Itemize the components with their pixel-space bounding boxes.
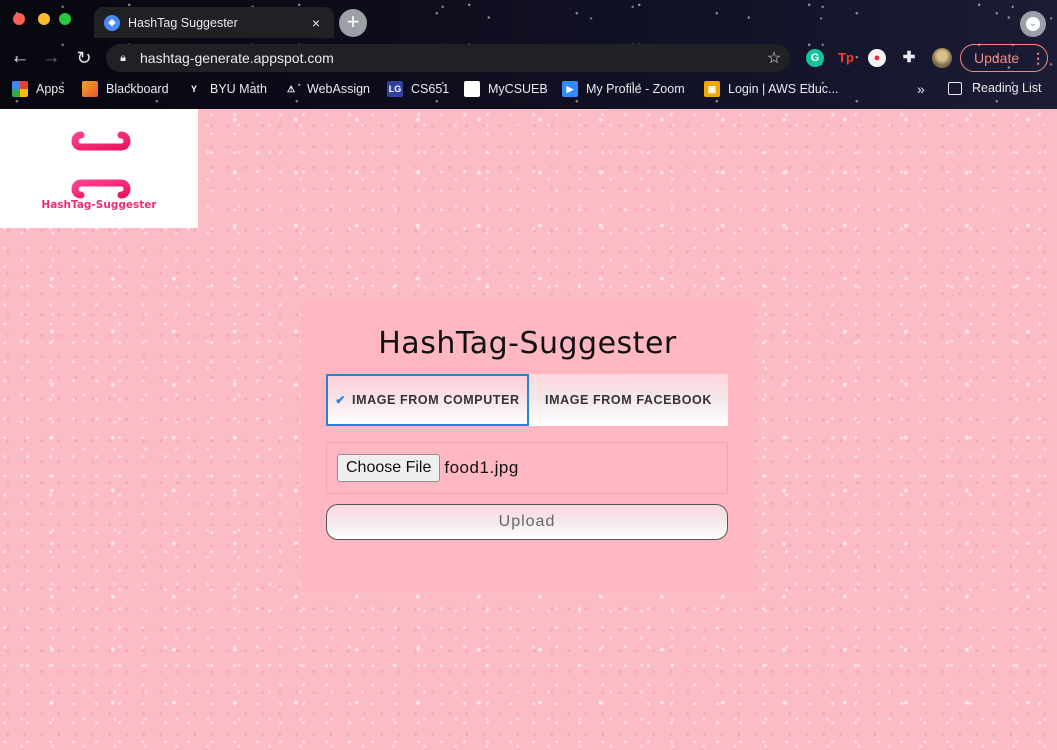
bookmark-label: Blackboard — [106, 82, 169, 96]
tab-image-from-facebook[interactable]: IMAGE FROM FACEBOOK — [529, 374, 728, 426]
bookmark-cs651[interactable]: LG CS651 — [387, 81, 449, 97]
update-button[interactable]: Update ⋮ — [960, 44, 1048, 72]
aws-icon: ▣ — [704, 81, 720, 97]
checkmark-icon: ✔ — [335, 393, 346, 407]
reading-list-icon — [948, 81, 962, 95]
grammarly-extension-icon[interactable]: G — [806, 49, 824, 67]
forward-arrow-icon[interactable]: → — [39, 46, 63, 70]
reading-list-label: Reading List — [972, 81, 1042, 95]
apps-grid-icon — [12, 81, 28, 97]
url-text[interactable]: hashtag-generate.appspot.com — [140, 50, 758, 66]
close-window-button[interactable] — [13, 13, 25, 25]
bookmark-label: MyCSUEB — [488, 82, 548, 96]
page-body: HashTag-Suggester HashTag-Suggester ✔ IM… — [0, 109, 1057, 750]
bookmark-aws[interactable]: ▣ Login | AWS Educ... — [704, 81, 838, 97]
back-arrow-icon[interactable]: ← — [8, 46, 32, 70]
selected-file-name: food1.jpg — [444, 458, 519, 477]
update-label: Update — [974, 50, 1020, 66]
mycsueb-icon: EB — [464, 81, 480, 97]
tab-close-icon[interactable]: × — [306, 15, 326, 31]
bookmark-blackboard[interactable]: Blackboard — [82, 81, 169, 97]
bookmark-label: Login | AWS Educ... — [728, 82, 839, 96]
honey-extension-icon[interactable]: ● — [868, 49, 886, 67]
reload-icon[interactable]: ↻ — [72, 46, 96, 70]
browser-tab[interactable]: ◆ HashTag Suggester × — [94, 7, 334, 38]
chevron-down-icon: ⌄ — [1026, 17, 1040, 31]
lock-icon[interactable]: 🔒︎ — [106, 52, 140, 65]
profile-avatar[interactable] — [932, 48, 952, 68]
byu-icon: Y — [190, 84, 197, 94]
bookmarks-bar: Apps Blackboard Y BYU Math ⚠ WebAssign L… — [0, 78, 1057, 102]
tp-extension-icon[interactable]: Tp — [837, 49, 855, 67]
webassign-icon: ⚠ — [286, 84, 296, 94]
more-menu-icon: ⋮ — [1031, 49, 1046, 66]
tab-image-from-computer[interactable]: ✔ IMAGE FROM COMPUTER — [326, 374, 529, 426]
upload-button[interactable]: Upload — [326, 504, 728, 540]
bookmark-mycsueb[interactable]: EB MyCSUEB — [464, 81, 548, 97]
file-input-row: Choose File food1.jpg — [326, 442, 728, 494]
bookmark-zoom[interactable]: ▶ My Profile - Zoom — [562, 81, 685, 97]
browser-toolbar: ← → ↻ 🔒︎ hashtag-generate.appspot.com ☆ … — [0, 40, 1057, 76]
tab-label: IMAGE FROM FACEBOOK — [545, 393, 712, 407]
blackboard-icon — [82, 81, 98, 97]
tab-label: IMAGE FROM COMPUTER — [352, 393, 520, 407]
reading-list-button[interactable]: Reading List — [948, 81, 1042, 95]
browser-chrome: ◆ HashTag Suggester × + ⌄ ← → ↻ 🔒︎ hasht… — [0, 0, 1057, 109]
bookmark-label: My Profile - Zoom — [586, 82, 685, 96]
bookmark-byu-math[interactable]: Y BYU Math — [186, 81, 267, 97]
extensions-puzzle-icon[interactable]: ✚ — [900, 49, 918, 67]
bookmark-apps[interactable]: Apps — [12, 81, 65, 97]
site-logo[interactable]: HashTag-Suggester — [0, 109, 198, 228]
bookmark-label: CS651 — [411, 82, 450, 96]
zoom-icon: ▶ — [562, 81, 578, 97]
new-tab-button[interactable]: + — [339, 9, 367, 37]
tab-search-button[interactable]: ⌄ — [1020, 11, 1046, 37]
page-title: HashTag-Suggester — [378, 326, 677, 361]
maximize-window-button[interactable] — [59, 13, 71, 25]
minimize-window-button[interactable] — [38, 13, 50, 25]
bookmark-webassign[interactable]: ⚠ WebAssign — [283, 81, 370, 97]
bookmark-label: WebAssign — [307, 82, 370, 96]
image-source-tabs: ✔ IMAGE FROM COMPUTER IMAGE FROM FACEBOO… — [326, 374, 728, 426]
cs651-icon: LG — [387, 81, 403, 97]
logo-text: HashTag-Suggester — [41, 198, 157, 211]
bookmark-label: Apps — [36, 82, 65, 96]
hashtag-logo-icon — [57, 131, 141, 198]
bookmark-label: BYU Math — [210, 82, 267, 96]
tab-title: HashTag Suggester — [128, 15, 238, 30]
bookmark-star-icon[interactable]: ☆ — [758, 48, 790, 68]
choose-file-button[interactable]: Choose File — [337, 454, 441, 482]
app-engine-icon: ◆ — [104, 14, 120, 31]
address-bar[interactable]: 🔒︎ hashtag-generate.appspot.com ☆ — [106, 44, 790, 72]
upload-card: HashTag-Suggester ✔ IMAGE FROM COMPUTER … — [301, 302, 754, 592]
more-bookmarks-chevron-icon[interactable]: » — [917, 81, 925, 97]
